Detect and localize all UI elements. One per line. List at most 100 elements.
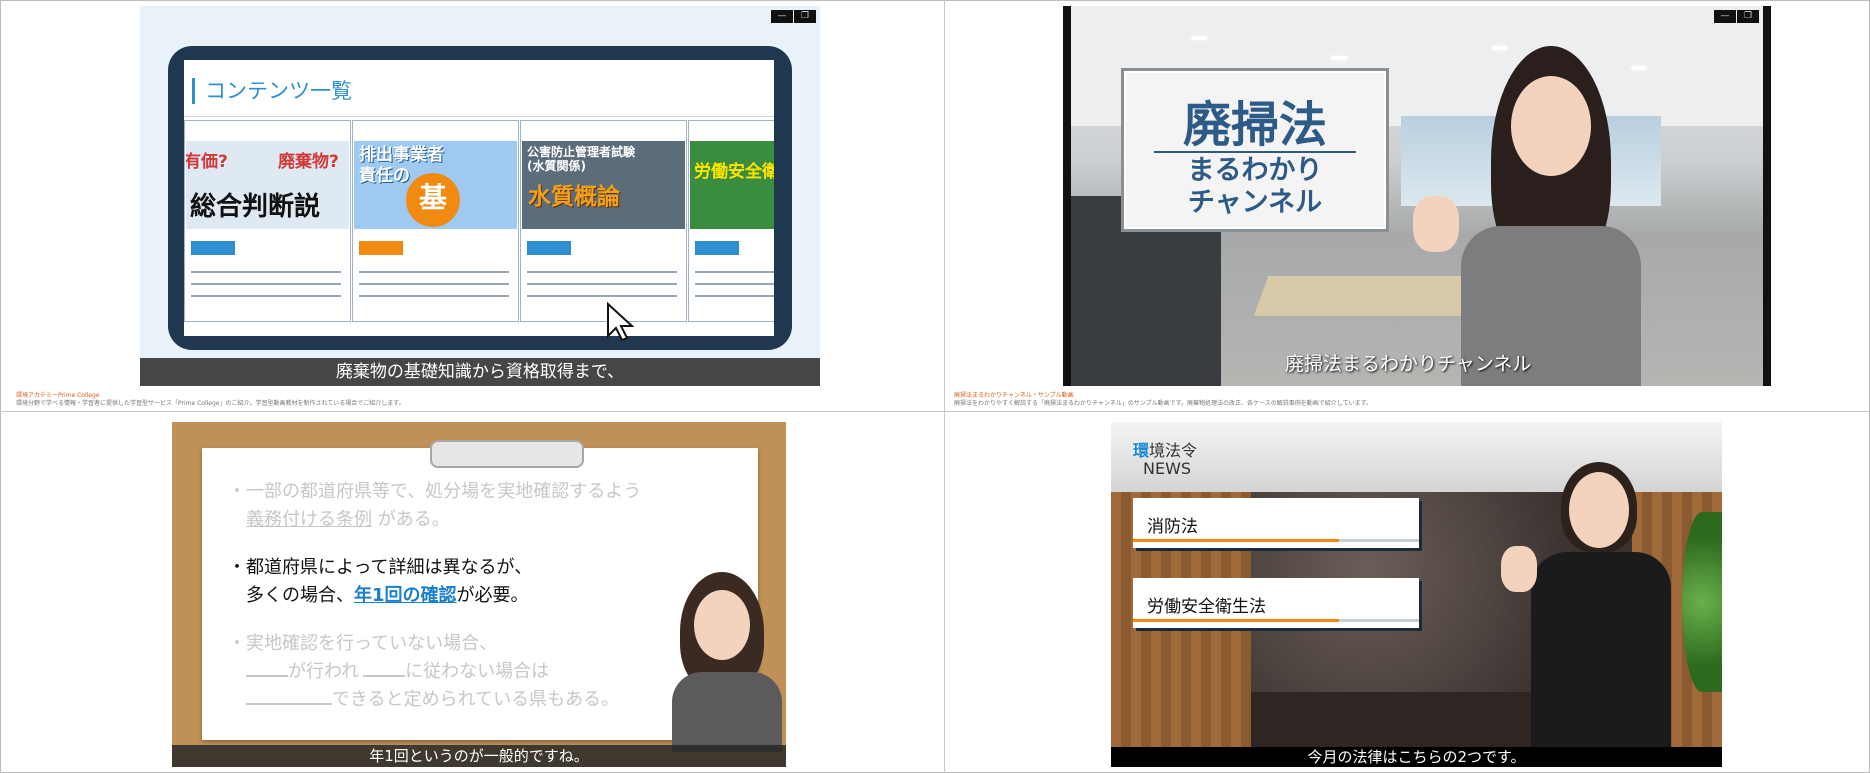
- minimize-button[interactable]: —: [1714, 10, 1736, 23]
- bullet-2-pre: 多くの場合、: [246, 585, 354, 606]
- law-underline-rest: [1338, 619, 1419, 622]
- maximize-button[interactable]: ❐: [794, 10, 816, 23]
- video-letterbox-right: [1763, 6, 1771, 386]
- bullet-2-post: が必要。: [456, 585, 529, 606]
- clipboard-clip: [430, 440, 584, 468]
- card-text-line: [359, 271, 509, 273]
- minimize-button[interactable]: —: [771, 10, 793, 23]
- title-divider: [184, 116, 774, 117]
- content-list-title: コンテンツ一覧: [192, 78, 352, 104]
- description-body: 廃掃法をわかりやすく解説する「廃掃法まるわかりチャンネル」のサンプル動画です。廃…: [954, 400, 1372, 407]
- card-text-line: [527, 295, 677, 297]
- law-underline-rest: [1338, 539, 1419, 542]
- video-description-1: 環境アカデミーPrime College 環境分野で学べる情報・学習者に提供した…: [16, 392, 405, 408]
- logo-subtext: NEWS: [1143, 459, 1192, 478]
- card-tag: [359, 241, 403, 255]
- card-text-line: [359, 295, 509, 297]
- tablet-illustration: コンテンツ一覧 有価? 廃棄物? 総合判断説 排出事業者 責任の 基 公害防止管…: [168, 46, 792, 350]
- bullet-3-part-a: が行われ: [288, 661, 360, 682]
- law-name: 労働安全衛生法: [1147, 597, 1266, 617]
- card-text-line: [695, 295, 774, 297]
- sign-title: 廃掃法: [1182, 97, 1327, 153]
- card-thumbnail: 排出事業者 責任の 基: [354, 141, 517, 229]
- card-thumbnail: 公害防止管理者試験 (水質関係) 水質概論: [522, 141, 685, 229]
- fill-blank: [246, 659, 288, 677]
- description-body: 環境分野で学べる情報・学習者に提供した学習型サービス「Prime College…: [16, 400, 405, 407]
- thumb-mark-waste: 廃棄物?: [278, 152, 339, 172]
- vertical-divider: [944, 0, 945, 773]
- card-text-line: [191, 283, 341, 285]
- bullet-2-emphasis: 年1回の確認: [354, 585, 457, 606]
- video-player-content-list[interactable]: コンテンツ一覧 有価? 廃棄物? 総合判断説 排出事業者 責任の 基 公害防止管…: [140, 6, 820, 386]
- video-caption: 廃掃法まるわかりチャンネル: [1285, 353, 1532, 375]
- bullet-3-line-2: が行われ に従わない場合は: [246, 658, 549, 685]
- presenter: [1413, 46, 1671, 386]
- presenter-hand: [1501, 546, 1537, 592]
- bullet-3-line-3: できると定められている県もある。: [246, 686, 619, 713]
- presenter-face: [1569, 472, 1629, 548]
- logo-text: 境法令: [1149, 441, 1198, 460]
- video-caption: 年1回というのが一般的ですね。: [172, 745, 786, 767]
- bullet-2-line-1: ・都道府県によって詳細は異なるが、: [228, 557, 533, 578]
- law-name: 消防法: [1147, 517, 1198, 537]
- maximize-button[interactable]: ❐: [1737, 10, 1759, 23]
- lecturer: [664, 572, 784, 752]
- content-card-3[interactable]: 公害防止管理者試験 (水質関係) 水質概論: [520, 120, 687, 322]
- content-card-2[interactable]: 排出事業者 責任の 基: [352, 120, 519, 322]
- bullet-2-line-2: 多くの場合、年1回の確認が必要。: [246, 582, 529, 609]
- bullet-3-part-b: に従わない場合は: [405, 661, 550, 682]
- video-player-channel-intro[interactable]: 廃掃法 まるわかり チャンネル 廃掃法まるわかりチャンネル — ❐: [1071, 6, 1763, 386]
- bullet-1-emphasis: 義務付ける条例: [246, 509, 372, 530]
- channel-sign: 廃掃法 まるわかり チャンネル: [1121, 68, 1389, 232]
- presenter-suit: [1531, 552, 1671, 752]
- thumb-headline: 水質概論: [528, 184, 620, 210]
- window-controls: — ❐: [771, 10, 816, 23]
- description-title[interactable]: 廃掃法まるわかりチャンネル・サンプル動画: [954, 392, 1372, 400]
- bullet-1-rest: がある。: [377, 509, 450, 530]
- thumb-badge: 基: [406, 173, 460, 227]
- content-card-1[interactable]: 有価? 廃棄物? 総合判断説: [184, 120, 351, 322]
- window-controls: — ❐: [1714, 10, 1759, 23]
- ceiling-light: [1191, 36, 1207, 40]
- tablet-screen: コンテンツ一覧 有価? 廃棄物? 総合判断説 排出事業者 責任の 基 公害防止管…: [184, 60, 774, 336]
- ceiling-light: [1331, 56, 1347, 60]
- video-letterbox-left: [1063, 6, 1071, 386]
- sign-divider: [1154, 151, 1356, 153]
- video-player-law-news[interactable]: 環境法令 NEWS 消防法 労働安全衛生法 今月の法律はこちらの2つです。: [1111, 422, 1722, 767]
- thumb-headline: 労働安全衛: [694, 162, 774, 182]
- law-card-1: 消防法: [1133, 498, 1419, 548]
- lecturer-face: [694, 590, 750, 660]
- thumb-subtitle: 公害防止管理者試験 (水質関係): [527, 145, 635, 173]
- thumb-line-1: 排出事業者: [359, 145, 444, 165]
- sign-subtitle: まるわかり チャンネル: [1124, 155, 1386, 219]
- card-text-line: [527, 283, 677, 285]
- bullet-1-line-2: 義務付ける条例 がある。: [246, 506, 450, 533]
- horizontal-divider: [0, 411, 1870, 412]
- card-text-line: [527, 271, 677, 273]
- card-thumbnail: 有価? 廃棄物? 総合判断説: [186, 141, 349, 229]
- news-presenter: [1501, 462, 1701, 752]
- content-card-4[interactable]: 労働安全衛: [688, 120, 774, 322]
- card-tag: [191, 241, 235, 255]
- presenter-face: [1511, 76, 1591, 176]
- thumb-mark-valuable: 有価?: [186, 152, 228, 172]
- presenter-hand: [1413, 196, 1459, 252]
- thumb-sub-2: (水質関係): [527, 159, 586, 173]
- mouse-pointer-icon: [607, 302, 634, 342]
- law-underline: [1133, 539, 1339, 542]
- card-thumbnail: 労働安全衛: [690, 141, 774, 229]
- card-tag: [527, 241, 571, 255]
- lecturer-body: [672, 672, 782, 752]
- video-caption: 今月の法律はこちらの2つです。: [1111, 747, 1722, 767]
- fill-blank: [246, 687, 332, 705]
- video-player-lecture[interactable]: ・一部の都道府県等で、処分場を実地確認するよう 義務付ける条例 がある。 ・都道…: [172, 422, 786, 767]
- card-text-line: [695, 271, 774, 273]
- thumb-sub-1: 公害防止管理者試験: [527, 145, 636, 159]
- sign-sub-line-1: まるわかり: [1187, 155, 1323, 186]
- card-text-line: [191, 295, 341, 297]
- logo-accent: 環: [1133, 441, 1150, 460]
- video-description-2: 廃掃法まるわかりチャンネル・サンプル動画 廃掃法をわかりやすく解説する「廃掃法ま…: [954, 392, 1372, 408]
- bullet-3-part-c: できると定められている県もある。: [332, 689, 620, 710]
- bullet-3-line-1: ・実地確認を行っていない場合、: [228, 633, 498, 654]
- description-title[interactable]: 環境アカデミーPrime College: [16, 392, 405, 400]
